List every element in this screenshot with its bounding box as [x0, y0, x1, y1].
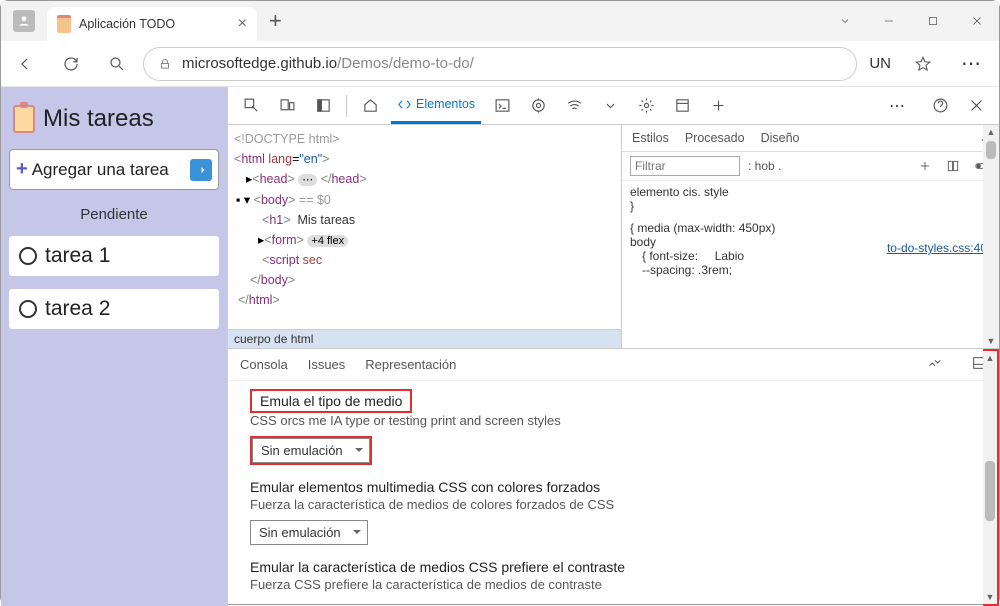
expand-drawer-icon[interactable]	[927, 355, 943, 374]
new-style-icon[interactable]	[915, 156, 935, 176]
drawer-scrollbar[interactable]: ▲ ▼	[983, 349, 999, 606]
app-title: Mis tareas	[9, 99, 219, 139]
rendering-panel: Emula el tipo de medio CSS orcs me IA ty…	[228, 381, 999, 606]
lock-icon	[158, 57, 172, 71]
console-icon[interactable]	[487, 91, 517, 121]
devtools-toolbar: Elementos ⋯	[228, 87, 999, 125]
browser-tab[interactable]: Aplicación TODO ×	[47, 7, 257, 41]
app-heading: Mis tareas	[43, 105, 154, 133]
plus-icon: +	[16, 158, 28, 181]
application-icon[interactable]	[667, 91, 697, 121]
tab-title: Aplicación TODO	[79, 17, 175, 31]
network-icon[interactable]	[559, 91, 589, 121]
styles-rules[interactable]: elemento cis. style } { media (max-width…	[622, 181, 999, 348]
help-icon[interactable]	[925, 91, 955, 121]
devtools-more-icon[interactable]: ⋯	[877, 96, 919, 116]
tab-consola[interactable]: Consola	[240, 357, 288, 372]
profile-badge[interactable]: UN	[863, 55, 897, 72]
tab-issues[interactable]: Issues	[308, 357, 346, 372]
media-type-select[interactable]: Sin emulación	[252, 438, 370, 463]
tab-diseno[interactable]: Diseño	[761, 131, 800, 145]
flexbox-icon[interactable]	[943, 156, 963, 176]
back-button[interactable]	[5, 44, 45, 84]
minimize-button[interactable]	[867, 1, 911, 41]
emulate-media-type-label: Emula el tipo de medio	[250, 389, 412, 413]
url-text: microsoftedge.github.io/Demos/demo-to-do…	[182, 55, 474, 72]
tab-procesado[interactable]: Procesado	[685, 131, 745, 145]
more-tabs-icon[interactable]	[595, 91, 625, 121]
prefers-contrast-label: Emular la característica de medios CSS p…	[250, 559, 977, 575]
scroll-down-icon[interactable]: ▼	[987, 334, 996, 348]
scrollbar[interactable]: ▲ ▼	[983, 125, 999, 348]
refresh-button[interactable]	[51, 44, 91, 84]
device-toggle-icon[interactable]	[272, 91, 302, 121]
scroll-thumb[interactable]	[985, 461, 995, 521]
hov-toggle[interactable]: : hob .	[748, 159, 781, 173]
window-titlebar: Aplicación TODO × +	[1, 1, 999, 41]
tab-representacion[interactable]: Representación	[365, 357, 456, 372]
more-menu-icon[interactable]: ⋯	[949, 51, 995, 76]
dom-breadcrumb[interactable]: cuerpo de html	[228, 329, 621, 348]
url-bar: microsoftedge.github.io/Demos/demo-to-do…	[1, 41, 999, 87]
close-devtools-icon[interactable]	[961, 91, 991, 121]
forced-colors-label: Emular elementos multimedia CSS con colo…	[250, 479, 977, 495]
radio-icon[interactable]	[19, 247, 37, 265]
dock-icon[interactable]	[308, 91, 338, 121]
devtools-panel: Elementos ⋯ <!DOCTYPE html> <html lang="…	[227, 87, 999, 606]
styles-filter-input[interactable]	[630, 156, 740, 176]
css-source-link[interactable]: to-do-styles.css:40	[887, 241, 987, 255]
close-window-button[interactable]	[955, 1, 999, 41]
radio-icon[interactable]	[19, 300, 37, 318]
add-tab-icon[interactable]	[703, 91, 733, 121]
welcome-icon[interactable]	[355, 91, 385, 121]
address-box[interactable]: microsoftedge.github.io/Demos/demo-to-do…	[143, 47, 857, 81]
devtools-drawer: Consola Issues Representación Emula el t…	[228, 348, 999, 606]
new-tab-button[interactable]: +	[269, 8, 282, 34]
sources-icon[interactable]	[523, 91, 553, 121]
submit-task-button[interactable]	[190, 159, 212, 181]
add-task-input[interactable]: + Agregar una tarea	[9, 149, 219, 190]
styles-pane: Estilos Procesado Diseño ⌄ : hob . eleme…	[622, 125, 999, 348]
favorite-icon[interactable]	[903, 44, 943, 84]
task-item[interactable]: tarea 1	[9, 236, 219, 276]
inspect-icon[interactable]	[236, 91, 266, 121]
page-content: Mis tareas + Agregar una tarea Pendiente…	[1, 87, 227, 606]
forced-colors-select[interactable]: Sin emulación	[250, 520, 368, 545]
tab-favicon	[57, 15, 71, 33]
dom-tree[interactable]: <!DOCTYPE html> <html lang="en"> ▸<head>…	[228, 125, 622, 348]
maximize-button[interactable]	[911, 1, 955, 41]
clipboard-icon	[13, 105, 35, 133]
performance-icon[interactable]	[631, 91, 661, 121]
chevron-down-icon[interactable]	[823, 1, 867, 41]
tab-elements[interactable]: Elementos	[391, 87, 481, 124]
close-tab-icon[interactable]: ×	[238, 15, 247, 33]
add-task-label: Agregar una tarea	[32, 160, 169, 180]
scroll-up-icon[interactable]: ▲	[986, 351, 995, 365]
pending-heading: Pendiente	[9, 206, 219, 223]
task-item[interactable]: tarea 2	[9, 289, 219, 329]
scroll-up-icon[interactable]: ▲	[987, 125, 996, 139]
tab-estilos[interactable]: Estilos	[632, 131, 669, 145]
scroll-down-icon[interactable]: ▼	[986, 590, 995, 604]
profile-avatar[interactable]	[13, 10, 35, 32]
search-icon[interactable]	[97, 44, 137, 84]
scroll-thumb[interactable]	[986, 141, 996, 159]
